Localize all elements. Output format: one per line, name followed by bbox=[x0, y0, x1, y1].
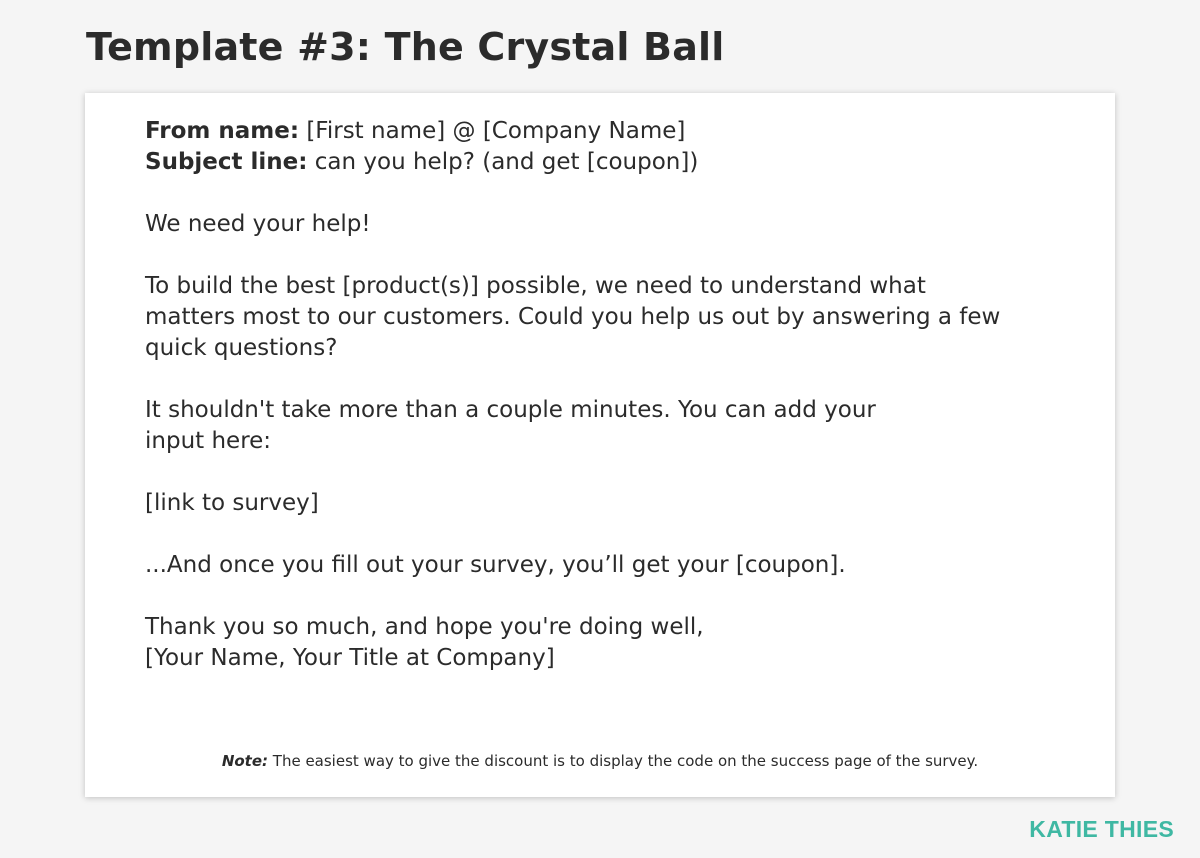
email-body: From name: [First name] @ [Company Name]… bbox=[145, 116, 1065, 674]
subject-line-label: Subject line: bbox=[145, 149, 308, 175]
closing-line-1: Thank you so much, and hope you're doing… bbox=[145, 614, 704, 640]
closing-line-2: [Your Name, Your Title at Company] bbox=[145, 645, 555, 671]
survey-link-placeholder: [link to survey] bbox=[145, 490, 319, 516]
note-text: The easiest way to give the discount is … bbox=[268, 752, 979, 770]
paragraph-1-line-2: matters most to our customers. Could you… bbox=[145, 304, 1001, 330]
paragraph-3: ...And once you fill out your survey, yo… bbox=[145, 552, 846, 578]
paragraph-1-line-3: quick questions? bbox=[145, 335, 338, 361]
paragraph-2-line-1: It shouldn't take more than a couple min… bbox=[145, 397, 876, 423]
note-label: Note: bbox=[221, 752, 269, 770]
from-name-label: From name: bbox=[145, 118, 300, 144]
subject-line-value: can you help? (and get [coupon]) bbox=[307, 149, 699, 175]
from-name-line: From name: [First name] @ [Company Name] bbox=[145, 116, 1065, 147]
from-name-value: [First name] @ [Company Name] bbox=[299, 118, 686, 144]
paragraph-1-line-1: To build the best [product(s)] possible,… bbox=[145, 273, 926, 299]
subject-line: Subject line: can you help? (and get [co… bbox=[145, 147, 1065, 178]
brand-logo: KATIE THIES bbox=[1029, 816, 1174, 842]
email-greeting: We need your help! bbox=[145, 211, 371, 237]
page-title: Template #3: The Crystal Ball bbox=[86, 25, 725, 69]
footnote: Note: The easiest way to give the discou… bbox=[85, 750, 1115, 772]
email-template-card: From name: [First name] @ [Company Name]… bbox=[85, 93, 1115, 797]
paragraph-2-line-2: input here: bbox=[145, 428, 272, 454]
